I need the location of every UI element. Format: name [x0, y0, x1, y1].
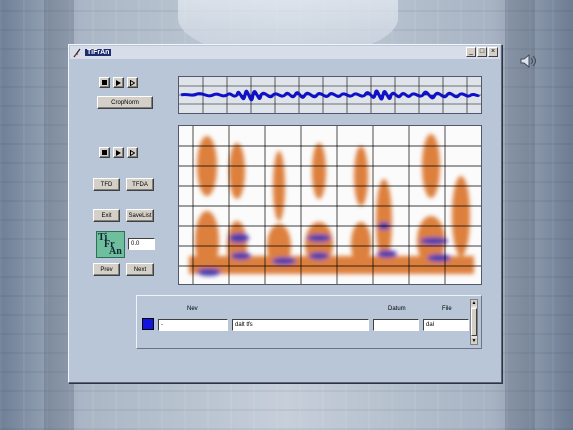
next-button[interactable]: Next — [126, 263, 154, 276]
title-bar[interactable]: TiFrAn _ □ × — [70, 46, 500, 59]
record-list-panel: Nev Datum File - dalt tfs dal ▲ ▼ — [136, 295, 482, 349]
savelist-button[interactable]: SaveList — [126, 209, 154, 222]
scroll-thumb[interactable] — [471, 308, 477, 336]
stop-icon — [102, 150, 107, 155]
scroll-down-icon[interactable]: ▼ — [471, 338, 477, 344]
tifran-logo: Ti Fr An — [96, 231, 125, 258]
header-name: Nev — [187, 306, 198, 312]
list-scrollbar[interactable]: ▲ ▼ — [470, 299, 478, 345]
scroll-up-icon[interactable]: ▲ — [471, 300, 477, 306]
wave-stop-button[interactable] — [99, 77, 110, 88]
play-icon — [116, 149, 121, 156]
app-feather-icon — [73, 48, 81, 57]
name-field[interactable]: - — [158, 319, 228, 331]
header-date: Datum — [388, 306, 406, 312]
play-icon — [116, 79, 121, 86]
step-icon — [130, 149, 135, 156]
tfd-button[interactable]: TFD — [93, 178, 120, 191]
description-field[interactable]: dalt tfs — [232, 319, 369, 331]
tifran-window: TiFrAn _ □ × CropNorm TFD TFDA Exit Save… — [68, 44, 502, 383]
spec-step-button[interactable] — [127, 147, 138, 158]
window-title: TiFrAn — [85, 49, 112, 56]
color-swatch[interactable] — [142, 318, 154, 330]
wave-play-button[interactable] — [113, 77, 124, 88]
cropnorm-button[interactable]: CropNorm — [97, 96, 153, 109]
close-button[interactable]: × — [488, 47, 498, 57]
minimize-button[interactable]: _ — [466, 47, 476, 57]
speaker-icon[interactable] — [519, 52, 537, 70]
waveform-plot — [179, 77, 481, 113]
maximize-button[interactable]: □ — [477, 47, 487, 57]
value-field[interactable]: 0.0 — [128, 238, 155, 250]
spec-stop-button[interactable] — [99, 147, 110, 158]
wave-step-button[interactable] — [127, 77, 138, 88]
waveform-trace — [180, 89, 481, 102]
step-icon — [130, 79, 135, 86]
tfda-button[interactable]: TFDA — [126, 178, 154, 191]
date-field[interactable] — [373, 319, 419, 331]
prev-button[interactable]: Prev — [93, 263, 120, 276]
spectrogram-plot — [179, 126, 481, 284]
header-file: File — [442, 306, 452, 312]
waveform-display[interactable] — [178, 76, 482, 114]
spectrogram-display[interactable] — [178, 125, 482, 285]
exit-button[interactable]: Exit — [93, 209, 120, 222]
stop-icon — [102, 80, 107, 85]
file-field[interactable]: dal — [423, 319, 469, 331]
spec-play-button[interactable] — [113, 147, 124, 158]
